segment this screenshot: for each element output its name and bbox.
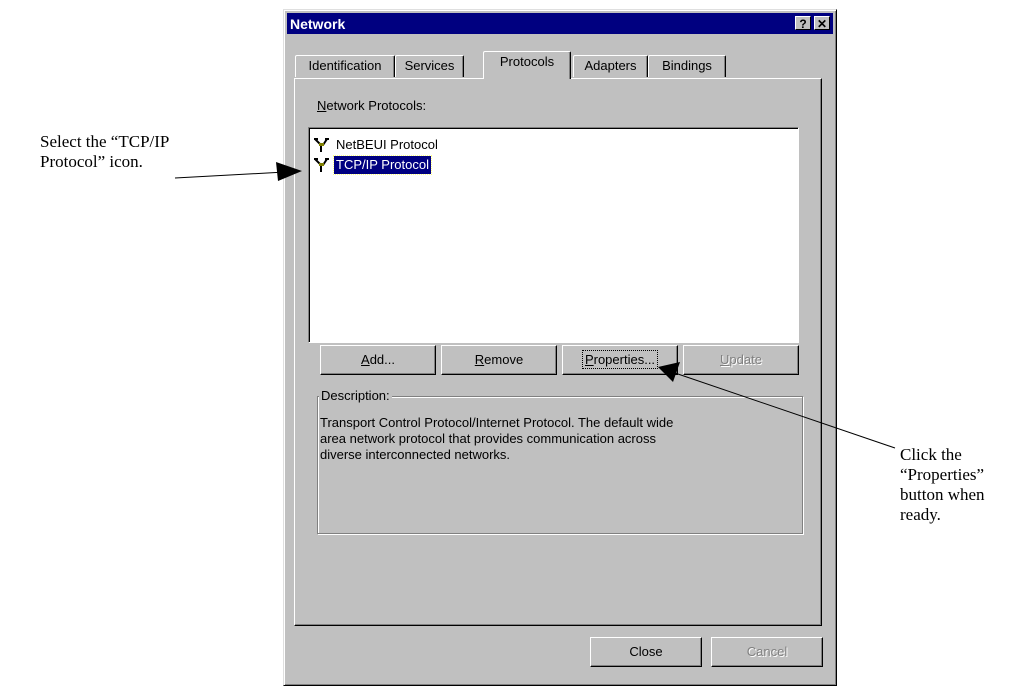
list-item-label: TCP/IP Protocol <box>333 155 432 175</box>
description-line: area network protocol that provides comm… <box>320 431 656 446</box>
tab-services[interactable]: Services <box>395 55 464 77</box>
tab-bindings[interactable]: Bindings <box>648 55 726 77</box>
add-button[interactable]: Add... <box>320 345 436 375</box>
annotation-line: button when <box>900 485 985 504</box>
description-line: Transport Control Protocol/Internet Prot… <box>320 415 674 430</box>
title-bar[interactable]: Network ? ✕ <box>287 13 833 34</box>
list-item-netbeui[interactable]: NetBEUI Protocol <box>313 136 440 154</box>
annotation-click-properties: Click the “Properties” button when ready… <box>900 445 1018 525</box>
close-button[interactable]: Close <box>590 637 702 667</box>
list-item-label: NetBEUI Protocol <box>336 137 438 152</box>
cancel-button[interactable]: Cancel <box>711 637 823 667</box>
tab-adapters[interactable]: Adapters <box>573 55 648 77</box>
close-window-button[interactable]: ✕ <box>814 16 830 31</box>
annotation-line: “Properties” <box>900 465 985 484</box>
properties-button[interactable]: Properties... <box>562 345 678 375</box>
annotation-line: Protocol” icon. <box>40 152 143 171</box>
annotation-line: Click the <box>900 445 962 464</box>
network-protocol-icon <box>314 158 329 172</box>
network-protocol-icon <box>314 138 329 152</box>
protocols-listbox[interactable]: NetBEUI Protocol TCP/IP Protocol <box>308 127 799 343</box>
description-line: diverse interconnected networks. <box>320 447 511 462</box>
network-protocols-label: Network Protocols: <box>317 98 427 113</box>
remove-button[interactable]: Remove <box>441 345 557 375</box>
tab-protocols[interactable]: Protocols <box>483 51 571 79</box>
description-text: Transport Control Protocol/Internet Prot… <box>320 415 790 463</box>
annotation-line: ready. <box>900 505 941 524</box>
description-label: Description: <box>319 388 392 403</box>
arrow-line-left <box>174 171 286 179</box>
annotation-select-tcpip: Select the “TCP/IP Protocol” icon. <box>40 132 220 172</box>
tab-identification[interactable]: Identification <box>295 55 395 77</box>
dialog-title: Network <box>290 16 346 32</box>
help-button[interactable]: ? <box>795 16 811 31</box>
update-button[interactable]: Update <box>683 345 799 375</box>
annotation-line: Select the “TCP/IP <box>40 132 170 151</box>
list-item-tcpip[interactable]: TCP/IP Protocol <box>313 155 432 175</box>
network-dialog: Network ? ✕ Identification Services Prot… <box>283 9 837 686</box>
